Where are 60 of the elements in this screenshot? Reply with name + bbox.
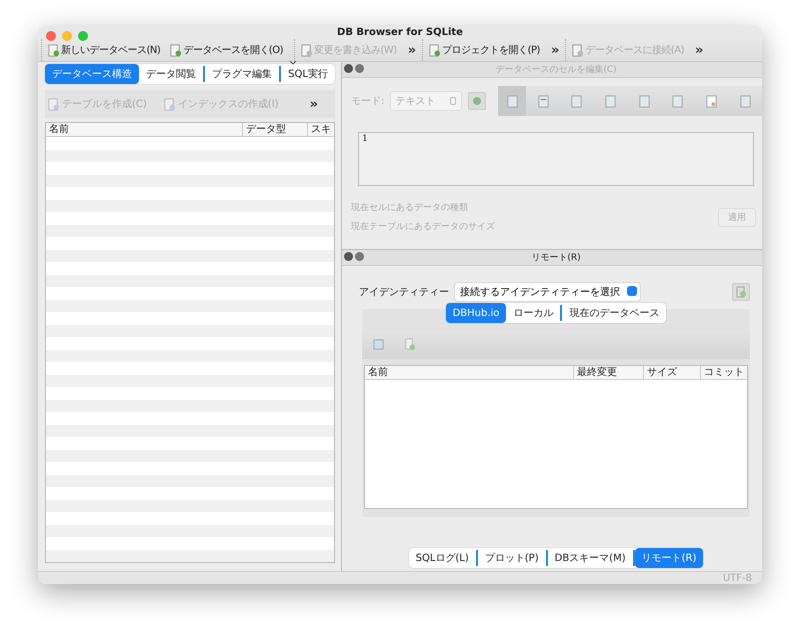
window-title: DB Browser for SQLite [337, 27, 463, 38]
toolbar-button[interactable]: プロジェクトを開く(P) [427, 41, 548, 60]
close-button[interactable] [46, 31, 56, 41]
document-icon [570, 94, 584, 108]
tab[interactable]: リモート(R) [634, 548, 704, 568]
tab[interactable]: 現在のデータベース [562, 305, 666, 322]
document-icon [738, 94, 752, 108]
close-icon[interactable] [344, 64, 353, 74]
column-header[interactable]: 名前 [365, 366, 574, 380]
circle-icon [471, 95, 484, 108]
tab[interactable]: SQL実行 [281, 66, 335, 82]
document-icon [735, 286, 747, 298]
toolbar-button[interactable]: 新しいデータベース(N) [46, 41, 168, 60]
document-icon [428, 44, 442, 57]
encoding-label: UTF-8 [722, 572, 752, 584]
zoom-button[interactable] [78, 31, 88, 41]
document-icon [162, 98, 176, 111]
document-icon [671, 94, 684, 108]
tab[interactable]: プロット(P) [478, 550, 548, 566]
toolbar-icon[interactable] [498, 86, 526, 116]
info-text: 現在テーブルにあるデータのサイズ [351, 220, 495, 234]
identity-label: アイデンティティー [359, 286, 449, 300]
overflow-button[interactable]: » [548, 42, 562, 58]
float-icon[interactable] [355, 64, 364, 74]
auto-switch-button[interactable] [468, 92, 486, 110]
column-header[interactable]: 最終変更 [574, 366, 644, 380]
close-icon[interactable] [344, 252, 353, 262]
add-icon[interactable] [403, 338, 416, 351]
overflow-button[interactable]: » [404, 42, 420, 58]
tab[interactable]: ローカル [506, 305, 562, 322]
column-header[interactable]: 名前 [46, 123, 243, 136]
float-icon[interactable] [355, 252, 364, 262]
column-header[interactable]: サイズ [644, 366, 701, 380]
tab[interactable]: DBHub.io [446, 303, 506, 324]
document-icon [604, 94, 618, 108]
tab[interactable]: データベース構造 [45, 64, 140, 84]
minimize-button[interactable] [62, 31, 72, 41]
tab[interactable]: プラグマ編集 [205, 66, 282, 82]
push-button[interactable] [732, 283, 750, 302]
refresh-icon[interactable] [372, 338, 385, 351]
tab[interactable]: SQLログ(L) [408, 550, 478, 566]
overflow-button[interactable]: » [292, 96, 335, 112]
tab[interactable]: データ閲覧 [139, 66, 206, 82]
document-icon [169, 44, 182, 57]
document-icon [704, 94, 718, 108]
column-header[interactable]: コミット [701, 366, 747, 380]
column-header[interactable]: データ型 [243, 123, 308, 136]
column-header[interactable]: スキ [308, 123, 334, 136]
document-icon [300, 44, 313, 57]
overflow-button[interactable]: » [692, 42, 706, 58]
document-icon [47, 44, 60, 57]
panel-title: リモート(R) [531, 252, 581, 264]
document-icon [638, 94, 651, 108]
document-icon [571, 44, 584, 57]
document-icon [506, 94, 519, 108]
document-icon [536, 94, 550, 108]
identity-dropdown[interactable]: 接続するアイデンティティーを選択 [455, 283, 640, 302]
cell-editor[interactable]: 1 [358, 132, 754, 186]
info-text: 現在セルにあるデータの種類 [351, 202, 469, 214]
mode-label: モード: [351, 95, 384, 108]
